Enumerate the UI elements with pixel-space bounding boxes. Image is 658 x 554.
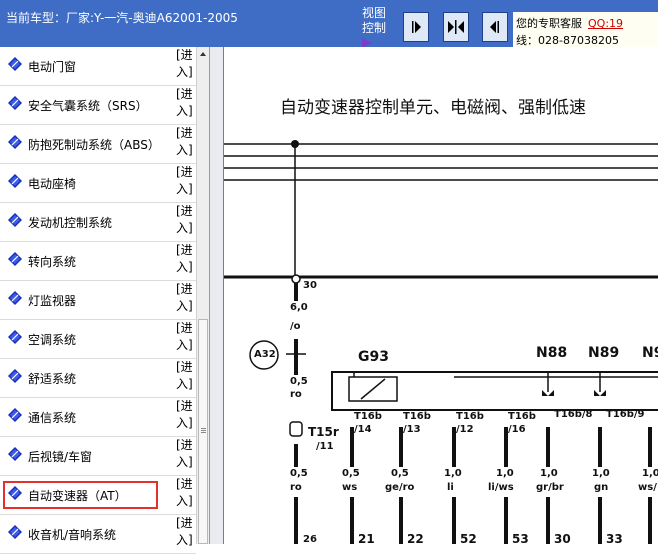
enter-link[interactable]: [进入]	[176, 437, 194, 471]
diamond-bullet-icon	[8, 174, 22, 188]
enter-link[interactable]: [进入]	[176, 320, 194, 354]
enter-link[interactable]: [进入]	[176, 203, 194, 237]
sidebar-item-label: 自动变速器（AT）	[28, 489, 127, 503]
enter-link[interactable]: [进入]	[176, 476, 194, 510]
enter-link[interactable]: [进入]	[176, 86, 194, 120]
page-prev-button[interactable]	[482, 12, 508, 42]
sidebar-item[interactable]: 安全气囊系统（SRS） [进入]	[0, 86, 196, 125]
qq-link[interactable]: QQ:19	[588, 17, 623, 30]
diamond-bullet-icon	[8, 291, 22, 305]
enter-link[interactable]: [进入]	[176, 398, 194, 432]
sidebar-item-label: 通信系统	[28, 411, 77, 425]
sidebar-item[interactable]: 电动座椅 [进入]	[0, 164, 196, 203]
sidebar-item[interactable]: 后视镜/车窗 [进入]	[0, 437, 196, 476]
sidebar-item-label: 电动门窗	[28, 60, 77, 74]
sidebar-item[interactable]: 电动门窗 [进入]	[0, 47, 196, 86]
diamond-bullet-icon	[8, 369, 22, 383]
diamond-bullet-icon	[8, 408, 22, 422]
hotline-text: 线：028-87038205	[516, 34, 619, 47]
sidebar-item-label: 防抱死制动系统（ABS）	[28, 138, 160, 152]
arrow-right-bar-icon	[412, 21, 421, 33]
sidebar-item[interactable]: 转向系统 [进入]	[0, 242, 196, 281]
sidebar-item[interactable]: 防抱死制动系统（ABS） [进入]	[0, 125, 196, 164]
sidebar-item[interactable]: 自动变速器（AT） [进入]	[0, 476, 196, 515]
sidebar-item-label: 舒适系统	[28, 372, 77, 386]
page-fit-button[interactable]	[443, 12, 469, 42]
sidebar-item-label: 转向系统	[28, 255, 77, 269]
diamond-bullet-icon	[8, 486, 22, 500]
diamond-bullet-icon	[8, 135, 22, 149]
expand-horizontal-icon	[448, 20, 464, 34]
enter-link[interactable]: [进入]	[176, 47, 194, 81]
enter-link[interactable]: [进入]	[176, 164, 194, 198]
sidebar-item[interactable]: 收音机/音响系统 [进入]	[0, 515, 196, 554]
enter-link[interactable]: [进入]	[176, 281, 194, 315]
panel-divider[interactable]	[210, 47, 224, 544]
sidebar-scrollbar[interactable]	[196, 47, 209, 544]
diamond-bullet-icon	[8, 252, 22, 266]
diamond-bullet-icon	[8, 96, 22, 110]
sidebar-item-label: 收音机/音响系统	[28, 528, 117, 542]
sidebar-item-label: 电动座椅	[28, 177, 77, 191]
arrow-left-bar-icon	[490, 21, 499, 33]
sidebar-item[interactable]: 发动机控制系统 [进入]	[0, 203, 196, 242]
sidebar-item[interactable]: 通信系统 [进入]	[0, 398, 196, 437]
enter-link[interactable]: [进入]	[176, 359, 194, 393]
diamond-bullet-icon	[8, 213, 22, 227]
wiring-diagram-view: 自动变速器控制单元、电磁阀、强制低速 30 6,0 /o A32 0,5 ro …	[224, 47, 658, 544]
scroll-thumb[interactable]	[198, 319, 208, 544]
sidebar-item-label: 空调系统	[28, 333, 77, 347]
diamond-bullet-icon	[8, 447, 22, 461]
sidebar-item[interactable]: 灯监视器 [进入]	[0, 281, 196, 320]
page-next-button[interactable]	[403, 12, 429, 42]
diamond-bullet-icon	[8, 525, 22, 539]
sidebar-item-label: 发动机控制系统	[28, 216, 113, 230]
diamond-bullet-icon	[8, 57, 22, 71]
sidebar-item-label: 安全气囊系统（SRS）	[28, 99, 148, 113]
system-menu-sidebar: 电动门窗 [进入] 安全气囊系统（SRS） [进入] 防抱死制动系统（ABS） [进入] 电…	[0, 47, 210, 554]
view-control-label: 视图控制	[362, 6, 392, 48]
sidebar-item-label: 后视镜/车窗	[28, 450, 93, 464]
enter-link[interactable]: [进入]	[176, 242, 194, 276]
diamond-bullet-icon	[8, 330, 22, 344]
customer-service-panel: 您的专职客服 QQ:19 线：028-87038205	[513, 12, 658, 47]
sidebar-item[interactable]: 舒适系统 [进入]	[0, 359, 196, 398]
title-bar: 当前车型：厂家:Y-一汽-奥迪A62001-2005 视图控制 您的专职客服 QQ…	[0, 0, 658, 48]
scroll-up-arrow-icon[interactable]	[197, 47, 209, 60]
sidebar-item[interactable]: 空调系统 [进入]	[0, 320, 196, 359]
sidebar-item-label: 灯监视器	[28, 294, 77, 308]
current-model-label: 当前车型：厂家:Y-一汽-奥迪A62001-2005	[6, 11, 238, 25]
enter-link[interactable]: [进入]	[176, 125, 194, 159]
